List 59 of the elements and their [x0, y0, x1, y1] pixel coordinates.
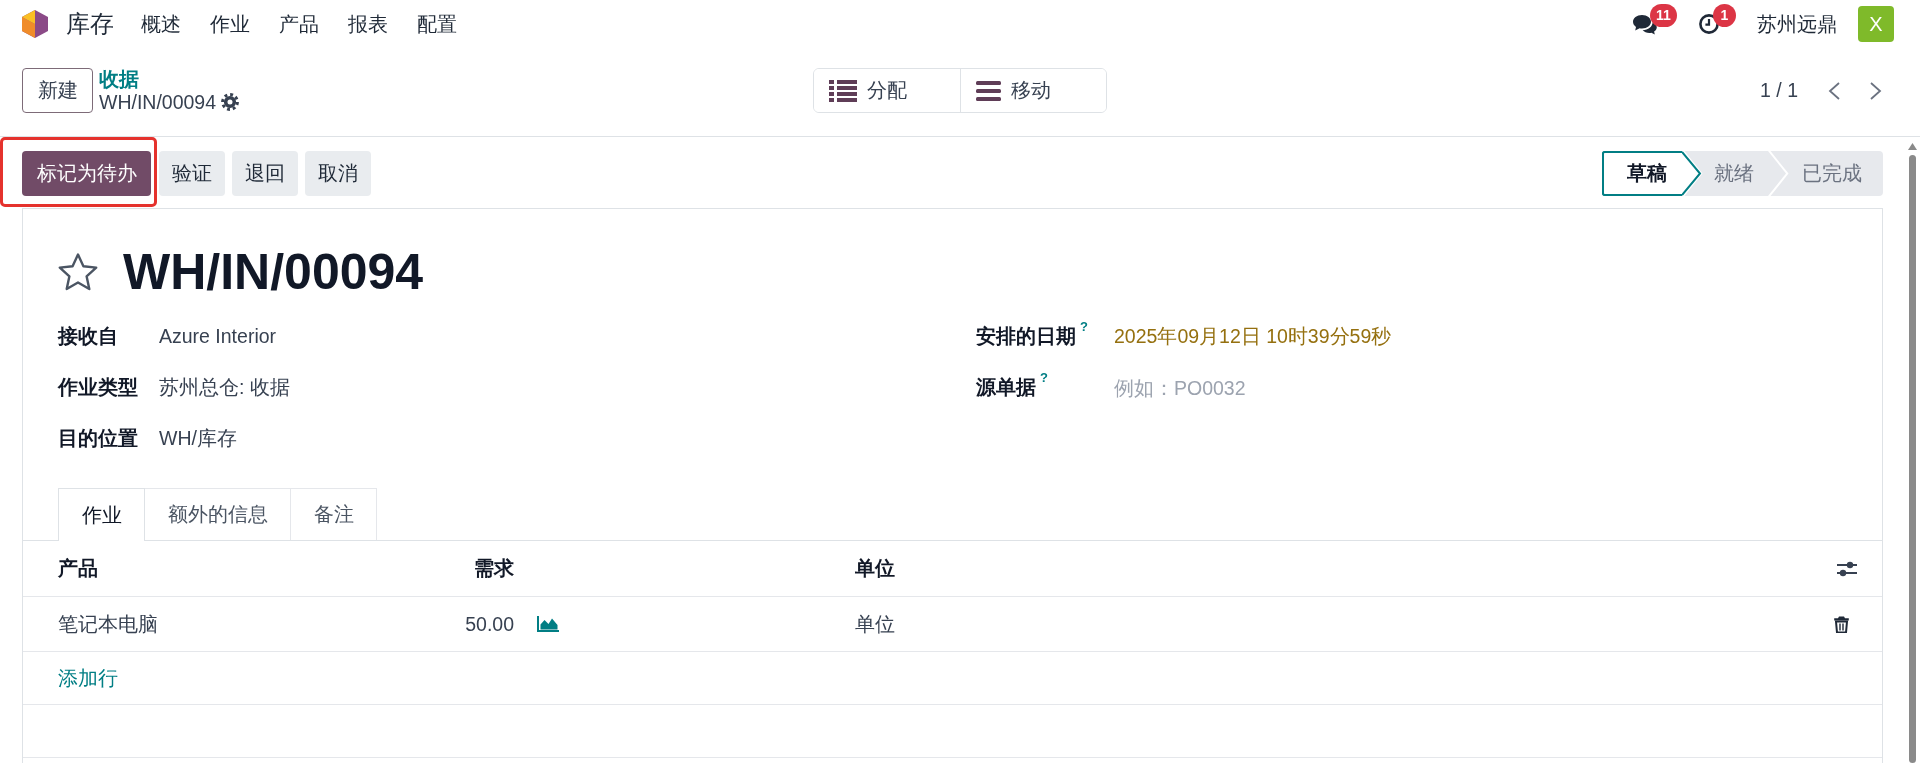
help-mark[interactable]: ? [1080, 320, 1088, 333]
add-line-link[interactable]: 添加行 [58, 664, 398, 692]
chevron-left-icon [1828, 81, 1840, 100]
column-header[interactable]: 单位 [855, 555, 1802, 582]
field-value[interactable]: Azure Interior [159, 325, 277, 347]
table-cell-text: 笔记本电脑 [58, 611, 159, 637]
breadcrumb-link[interactable]: 收据 [99, 67, 139, 91]
menu-icon [976, 80, 1001, 101]
list-icon [829, 79, 857, 102]
menu-item[interactable]: 作业 [195, 10, 264, 38]
field-label: 目的位置 [58, 426, 138, 451]
input-field[interactable]: 例如：PO0032 [1114, 373, 1534, 402]
trash-icon[interactable] [1834, 615, 1849, 633]
field-label: 源单据 [976, 375, 1036, 400]
gear-icon[interactable] [221, 93, 240, 111]
menu-item[interactable]: 报表 [333, 10, 402, 38]
menu-item[interactable]: 配置 [402, 10, 471, 38]
tab[interactable]: 作业 [58, 488, 145, 541]
menu-item[interactable]: 产品 [264, 10, 333, 38]
chat-icon[interactable] [1632, 13, 1657, 35]
app-logo-icon [22, 10, 48, 38]
table-cell: 50.00 [465, 612, 514, 636]
table-cell-text: 单位 [855, 611, 896, 637]
smart-button[interactable]: 移动 [960, 69, 1106, 112]
action-button[interactable]: 取消 [305, 151, 371, 196]
previous-button[interactable] [1828, 81, 1840, 100]
action-button[interactable]: 退回 [232, 151, 298, 196]
pager-value[interactable]: 1 / 1 [1760, 79, 1798, 102]
area-chart-icon[interactable] [537, 616, 559, 632]
field-value[interactable]: WH/库存 [159, 427, 237, 449]
help-mark[interactable]: ? [1040, 371, 1048, 384]
action-button[interactable]: 验证 [159, 151, 225, 196]
field-value[interactable]: 2025年09月12日 10时39分59秒 [1114, 325, 1392, 347]
star-icon[interactable] [58, 253, 98, 291]
sliders-icon[interactable] [1837, 560, 1857, 577]
menu-item[interactable]: 概述 [126, 10, 195, 38]
field-label: 作业类型 [58, 375, 138, 400]
app-title[interactable]: 库存 [66, 9, 126, 39]
arrow-separator-icon [1768, 151, 1789, 196]
chevron-right-icon [1870, 81, 1882, 100]
status-stage[interactable]: 已完成 [1768, 151, 1883, 196]
clock-icon[interactable] [1699, 14, 1719, 34]
next-button[interactable] [1870, 81, 1882, 100]
company-switcher[interactable]: 苏州远鼎 [1757, 10, 1837, 38]
notification-badge: 11 [1650, 3, 1677, 27]
scroll-up-icon[interactable] [1908, 143, 1917, 150]
scrollbar-thumb[interactable] [1909, 155, 1916, 763]
record-name: WH/IN/00094 [99, 90, 217, 114]
field-label: 安排的日期 [976, 324, 1076, 349]
action-button[interactable]: 标记为待办 [22, 151, 151, 196]
field-label: 接收自 [58, 324, 118, 349]
tab[interactable]: 备注 [290, 488, 377, 540]
record-title: WH/IN/00094 [123, 246, 424, 298]
new-button[interactable]: 新建 [22, 68, 93, 113]
column-header[interactable]: 需求 [474, 555, 514, 582]
column-header[interactable]: 产品 [58, 555, 398, 582]
notification-badge: 1 [1713, 4, 1736, 27]
field-value[interactable]: 苏州总仓: 收据 [159, 376, 290, 398]
arrow-separator-icon [1682, 151, 1703, 196]
